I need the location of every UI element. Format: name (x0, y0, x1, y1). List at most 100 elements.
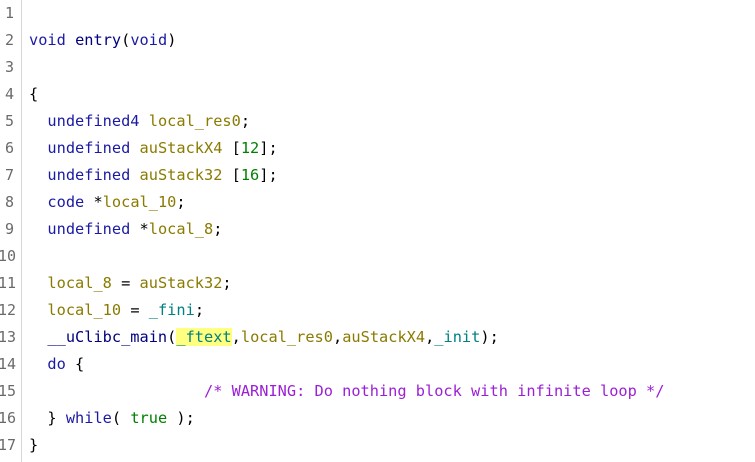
code-token[interactable]: local_8 (47, 274, 111, 292)
code-token[interactable]: while (66, 409, 112, 427)
code-token[interactable]: , (333, 328, 342, 346)
code-line[interactable]: 6 undefined auStackX4 [12]; (0, 135, 755, 162)
code-text[interactable]: code *local_10; (29, 189, 185, 216)
code-token[interactable]: ) (167, 31, 176, 49)
code-token[interactable]: { (66, 355, 84, 373)
highlighted-token[interactable]: _ftext (176, 328, 232, 346)
code-text[interactable]: undefined auStackX4 [12]; (29, 135, 277, 162)
code-token[interactable]: undefined4 (47, 112, 139, 130)
code-text[interactable]: } (29, 432, 38, 459)
code-token[interactable]: [ (222, 139, 241, 157)
code-token[interactable]: auStack32 (140, 166, 223, 184)
code-text[interactable]: local_8 = auStack32; (29, 270, 231, 297)
code-line[interactable]: 13 __uClibc_main(_ftext,local_res0,auSta… (0, 324, 755, 351)
code-token[interactable] (29, 328, 47, 346)
code-token[interactable]: /* WARNING: Do nothing block with infini… (204, 382, 664, 400)
code-line[interactable]: 9 undefined *local_8; (0, 216, 755, 243)
code-text[interactable]: void entry(void) (29, 27, 176, 54)
code-token[interactable] (140, 112, 149, 130)
code-token[interactable]: 16 (241, 166, 259, 184)
code-token[interactable]: ); (480, 328, 498, 346)
code-token[interactable]: = (112, 274, 140, 292)
code-token[interactable] (29, 274, 47, 292)
code-line[interactable]: 4{ (0, 81, 755, 108)
code-token[interactable]: = (121, 301, 149, 319)
code-line[interactable]: 12 local_10 = _fini; (0, 297, 755, 324)
code-token[interactable]: local_8 (149, 220, 213, 238)
code-token[interactable]: entry (75, 31, 121, 49)
code-token[interactable]: auStackX4 (140, 139, 223, 157)
code-token[interactable]: __uClibc_main (47, 328, 167, 346)
code-text[interactable]: __uClibc_main(_ftext,local_res0,auStackX… (29, 324, 499, 351)
code-token[interactable]: ]; (259, 166, 277, 184)
code-text[interactable]: undefined4 local_res0; (29, 108, 250, 135)
code-token[interactable] (29, 301, 47, 319)
code-line[interactable]: 3 (0, 54, 755, 81)
code-line[interactable]: 10 (0, 243, 755, 270)
code-line[interactable]: 15 /* WARNING: Do nothing block with inf… (0, 378, 755, 405)
code-token[interactable]: undefined (47, 166, 130, 184)
code-token[interactable] (29, 112, 47, 130)
code-token[interactable] (66, 31, 75, 49)
code-text[interactable]: { (29, 81, 38, 108)
code-token[interactable]: true (130, 409, 167, 427)
code-token[interactable]: auStackX4 (342, 328, 425, 346)
code-token[interactable]: local_res0 (149, 112, 241, 130)
code-token[interactable]: _fini (149, 301, 195, 319)
code-line[interactable]: 16 } while( true ); (0, 405, 755, 432)
code-line[interactable]: 8 code *local_10; (0, 189, 755, 216)
code-token[interactable]: ; (241, 112, 250, 130)
code-line[interactable]: 2 void entry(void) (0, 27, 755, 54)
code-token[interactable]: code (47, 193, 84, 211)
code-token[interactable]: ; (195, 301, 204, 319)
code-token[interactable]: ( (112, 409, 130, 427)
code-line[interactable]: 5 undefined4 local_res0; (0, 108, 755, 135)
code-text[interactable]: do { (29, 351, 84, 378)
code-token[interactable]: , (232, 328, 241, 346)
code-token[interactable] (29, 139, 47, 157)
code-token[interactable]: { (29, 85, 38, 103)
code-token[interactable]: ; (222, 274, 231, 292)
code-token[interactable]: ( (167, 328, 176, 346)
code-token[interactable] (29, 355, 47, 373)
code-text[interactable]: } while( true ); (29, 405, 194, 432)
code-token[interactable] (29, 220, 47, 238)
decompiler-editor[interactable]: 1 2 void entry(void) 3 4{5 undefined4 local_… (0, 0, 755, 462)
code-token[interactable]: [ (222, 166, 241, 184)
code-line[interactable]: 1 (0, 0, 755, 27)
code-token[interactable]: undefined (47, 220, 130, 238)
code-token[interactable]: ]; (259, 139, 277, 157)
code-text[interactable]: local_10 = _fini; (29, 297, 204, 324)
code-token[interactable] (29, 166, 47, 184)
code-token[interactable]: do (47, 355, 65, 373)
code-line[interactable]: 14 do { (0, 351, 755, 378)
code-token[interactable]: void (29, 31, 66, 49)
code-token[interactable]: void (130, 31, 167, 49)
code-token[interactable]: local_res0 (241, 328, 333, 346)
code-token[interactable]: local_10 (103, 193, 177, 211)
code-token[interactable] (130, 139, 139, 157)
code-token[interactable]: ; (213, 220, 222, 238)
code-text[interactable]: /* WARNING: Do nothing block with infini… (29, 378, 664, 405)
code-text[interactable]: undefined auStack32 [16]; (29, 162, 277, 189)
code-token[interactable]: * (130, 220, 149, 238)
code-line[interactable]: 7 undefined auStack32 [16]; (0, 162, 755, 189)
code-token[interactable]: * (84, 193, 102, 211)
code-token[interactable] (130, 166, 139, 184)
code-token[interactable]: ); (167, 409, 194, 427)
code-token[interactable] (29, 193, 47, 211)
code-token[interactable]: } (29, 436, 38, 454)
code-token[interactable] (29, 382, 204, 400)
code-token[interactable]: } (29, 409, 66, 427)
code-line[interactable]: 11 local_8 = auStack32; (0, 270, 755, 297)
code-line[interactable]: 17} (0, 432, 755, 459)
code-token[interactable]: undefined (47, 139, 130, 157)
code-text[interactable]: undefined *local_8; (29, 216, 222, 243)
code-token[interactable]: ; (176, 193, 185, 211)
code-token[interactable]: 12 (241, 139, 259, 157)
code-token[interactable]: local_10 (47, 301, 121, 319)
code-token[interactable]: ( (121, 31, 130, 49)
code-token[interactable]: , (425, 328, 434, 346)
code-token[interactable]: auStack32 (140, 274, 223, 292)
code-token[interactable]: _init (434, 328, 480, 346)
